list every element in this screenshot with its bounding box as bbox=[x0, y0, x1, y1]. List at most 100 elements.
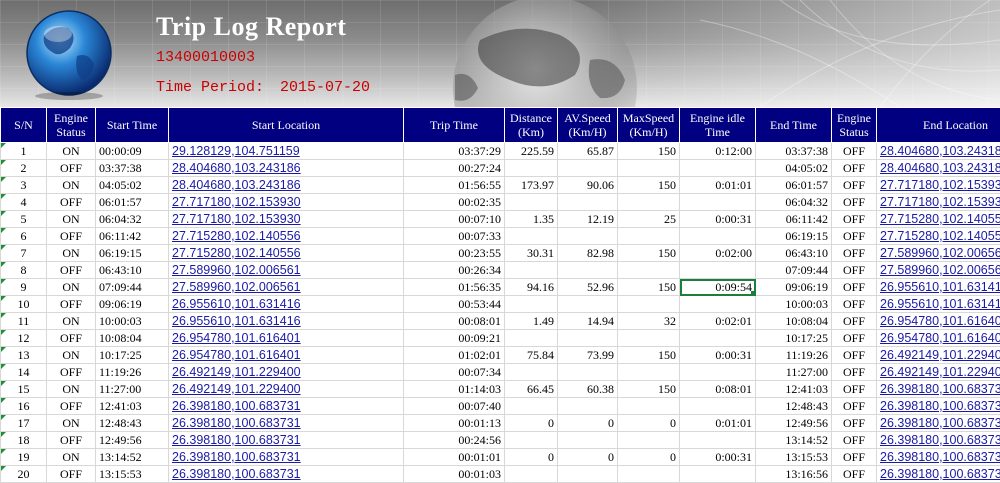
start-location-link[interactable]: 28.404680,103.243186 bbox=[169, 160, 404, 177]
cell-av-speed[interactable]: 52.96 bbox=[558, 279, 618, 296]
cell-max-speed[interactable]: 150 bbox=[618, 245, 680, 262]
cell-start-time[interactable]: 11:27:00 bbox=[96, 381, 169, 398]
end-location-link[interactable]: 26.398180,100.683731 bbox=[877, 398, 1000, 415]
cell-engine-idle-time[interactable]: 0:02:01 bbox=[680, 313, 756, 330]
cell-end-engine-status[interactable]: OFF bbox=[832, 330, 877, 347]
cell-engine-idle-time[interactable]: 0:00:31 bbox=[680, 449, 756, 466]
cell-av-speed[interactable] bbox=[558, 262, 618, 279]
start-location-link[interactable]: 26.398180,100.683731 bbox=[169, 432, 404, 449]
cell-engine-status[interactable]: ON bbox=[47, 245, 96, 262]
cell-trip-time[interactable]: 00:23:55 bbox=[404, 245, 505, 262]
cell-sn[interactable]: 2 bbox=[1, 160, 47, 177]
cell-sn[interactable]: 3 bbox=[1, 177, 47, 194]
cell-max-speed[interactable]: 150 bbox=[618, 143, 680, 160]
cell-sn[interactable]: 18 bbox=[1, 432, 47, 449]
cell-distance[interactable] bbox=[505, 466, 558, 483]
cell-end-time[interactable]: 11:19:26 bbox=[756, 347, 832, 364]
cell-engine-idle-time[interactable] bbox=[680, 194, 756, 211]
cell-max-speed[interactable] bbox=[618, 228, 680, 245]
cell-end-time[interactable]: 06:01:57 bbox=[756, 177, 832, 194]
cell-distance[interactable] bbox=[505, 398, 558, 415]
column-header-av-speed[interactable]: AV.Speed (Km/H) bbox=[558, 108, 618, 143]
cell-max-speed[interactable] bbox=[618, 330, 680, 347]
cell-engine-status[interactable]: ON bbox=[47, 143, 96, 160]
cell-av-speed[interactable] bbox=[558, 194, 618, 211]
cell-trip-time[interactable]: 00:07:40 bbox=[404, 398, 505, 415]
cell-av-speed[interactable]: 0 bbox=[558, 415, 618, 432]
cell-trip-time[interactable]: 01:14:03 bbox=[404, 381, 505, 398]
column-header-engine-status[interactable]: Engine Status bbox=[47, 108, 96, 143]
column-header-end-time[interactable]: End Time bbox=[756, 108, 832, 143]
cell-trip-time[interactable]: 01:56:55 bbox=[404, 177, 505, 194]
cell-distance[interactable]: 75.84 bbox=[505, 347, 558, 364]
start-location-link[interactable]: 27.715280,102.140556 bbox=[169, 228, 404, 245]
cell-engine-idle-time[interactable]: 0:08:01 bbox=[680, 381, 756, 398]
cell-engine-status[interactable]: OFF bbox=[47, 330, 96, 347]
cell-distance[interactable] bbox=[505, 262, 558, 279]
cell-max-speed[interactable]: 150 bbox=[618, 177, 680, 194]
cell-start-time[interactable]: 12:49:56 bbox=[96, 432, 169, 449]
start-location-link[interactable]: 26.398180,100.683731 bbox=[169, 449, 404, 466]
cell-engine-idle-time[interactable]: 0:02:00 bbox=[680, 245, 756, 262]
cell-engine-idle-time[interactable]: 0:00:31 bbox=[680, 347, 756, 364]
cell-engine-status[interactable]: ON bbox=[47, 449, 96, 466]
cell-max-speed[interactable] bbox=[618, 466, 680, 483]
cell-start-time[interactable]: 11:19:26 bbox=[96, 364, 169, 381]
cell-end-time[interactable]: 06:11:42 bbox=[756, 211, 832, 228]
start-location-link[interactable]: 27.589960,102.006561 bbox=[169, 262, 404, 279]
end-location-link[interactable]: 26.398180,100.683731 bbox=[877, 449, 1000, 466]
cell-end-engine-status[interactable]: OFF bbox=[832, 466, 877, 483]
cell-end-engine-status[interactable]: OFF bbox=[832, 194, 877, 211]
cell-start-time[interactable]: 03:37:38 bbox=[96, 160, 169, 177]
cell-engine-status[interactable]: OFF bbox=[47, 432, 96, 449]
cell-engine-status[interactable]: ON bbox=[47, 313, 96, 330]
cell-engine-status[interactable]: OFF bbox=[47, 296, 96, 313]
cell-engine-status[interactable]: OFF bbox=[47, 364, 96, 381]
cell-sn[interactable]: 19 bbox=[1, 449, 47, 466]
cell-trip-time[interactable]: 00:26:34 bbox=[404, 262, 505, 279]
cell-trip-time[interactable]: 00:01:01 bbox=[404, 449, 505, 466]
cell-max-speed[interactable] bbox=[618, 262, 680, 279]
start-location-link[interactable]: 28.404680,103.243186 bbox=[169, 177, 404, 194]
cell-engine-idle-time[interactable]: 0:00:31 bbox=[680, 211, 756, 228]
cell-start-time[interactable]: 06:19:15 bbox=[96, 245, 169, 262]
cell-start-time[interactable]: 06:43:10 bbox=[96, 262, 169, 279]
cell-sn[interactable]: 6 bbox=[1, 228, 47, 245]
cell-max-speed[interactable] bbox=[618, 160, 680, 177]
cell-trip-time[interactable]: 00:24:56 bbox=[404, 432, 505, 449]
cell-end-time[interactable]: 06:19:15 bbox=[756, 228, 832, 245]
cell-end-time[interactable]: 13:15:53 bbox=[756, 449, 832, 466]
cell-sn[interactable]: 17 bbox=[1, 415, 47, 432]
cell-trip-time[interactable]: 00:27:24 bbox=[404, 160, 505, 177]
column-header-max-speed[interactable]: MaxSpeed (Km/H) bbox=[618, 108, 680, 143]
end-location-link[interactable]: 28.404680,103.243186 bbox=[877, 143, 1000, 160]
start-location-link[interactable]: 27.715280,102.140556 bbox=[169, 245, 404, 262]
cell-start-time[interactable]: 10:00:03 bbox=[96, 313, 169, 330]
cell-end-engine-status[interactable]: OFF bbox=[832, 381, 877, 398]
end-location-link[interactable]: 27.715280,102.140556 bbox=[877, 211, 1000, 228]
cell-engine-idle-time[interactable] bbox=[680, 228, 756, 245]
column-header-engine-idle-time[interactable]: Engine idle Time bbox=[680, 108, 756, 143]
cell-sn[interactable]: 20 bbox=[1, 466, 47, 483]
cell-engine-idle-time[interactable] bbox=[680, 330, 756, 347]
cell-trip-time[interactable]: 01:56:35 bbox=[404, 279, 505, 296]
cell-end-engine-status[interactable]: OFF bbox=[832, 347, 877, 364]
start-location-link[interactable]: 27.717180,102.153930 bbox=[169, 211, 404, 228]
cell-end-time[interactable]: 10:17:25 bbox=[756, 330, 832, 347]
cell-end-time[interactable]: 11:27:00 bbox=[756, 364, 832, 381]
cell-av-speed[interactable]: 65.87 bbox=[558, 143, 618, 160]
cell-engine-status[interactable]: OFF bbox=[47, 228, 96, 245]
start-location-link[interactable]: 29.128129,104.751159 bbox=[169, 143, 404, 160]
start-location-link[interactable]: 26.954780,101.616401 bbox=[169, 347, 404, 364]
cell-av-speed[interactable]: 12.19 bbox=[558, 211, 618, 228]
cell-trip-time[interactable]: 00:09:21 bbox=[404, 330, 505, 347]
cell-end-time[interactable]: 04:05:02 bbox=[756, 160, 832, 177]
cell-max-speed[interactable] bbox=[618, 398, 680, 415]
cell-engine-idle-time[interactable]: 0:01:01 bbox=[680, 177, 756, 194]
column-header-distance[interactable]: Distance (Km) bbox=[505, 108, 558, 143]
cell-sn[interactable]: 16 bbox=[1, 398, 47, 415]
cell-end-engine-status[interactable]: OFF bbox=[832, 262, 877, 279]
cell-end-time[interactable]: 13:16:56 bbox=[756, 466, 832, 483]
cell-end-time[interactable]: 10:00:03 bbox=[756, 296, 832, 313]
end-location-link[interactable]: 26.398180,100.683731 bbox=[877, 381, 1000, 398]
